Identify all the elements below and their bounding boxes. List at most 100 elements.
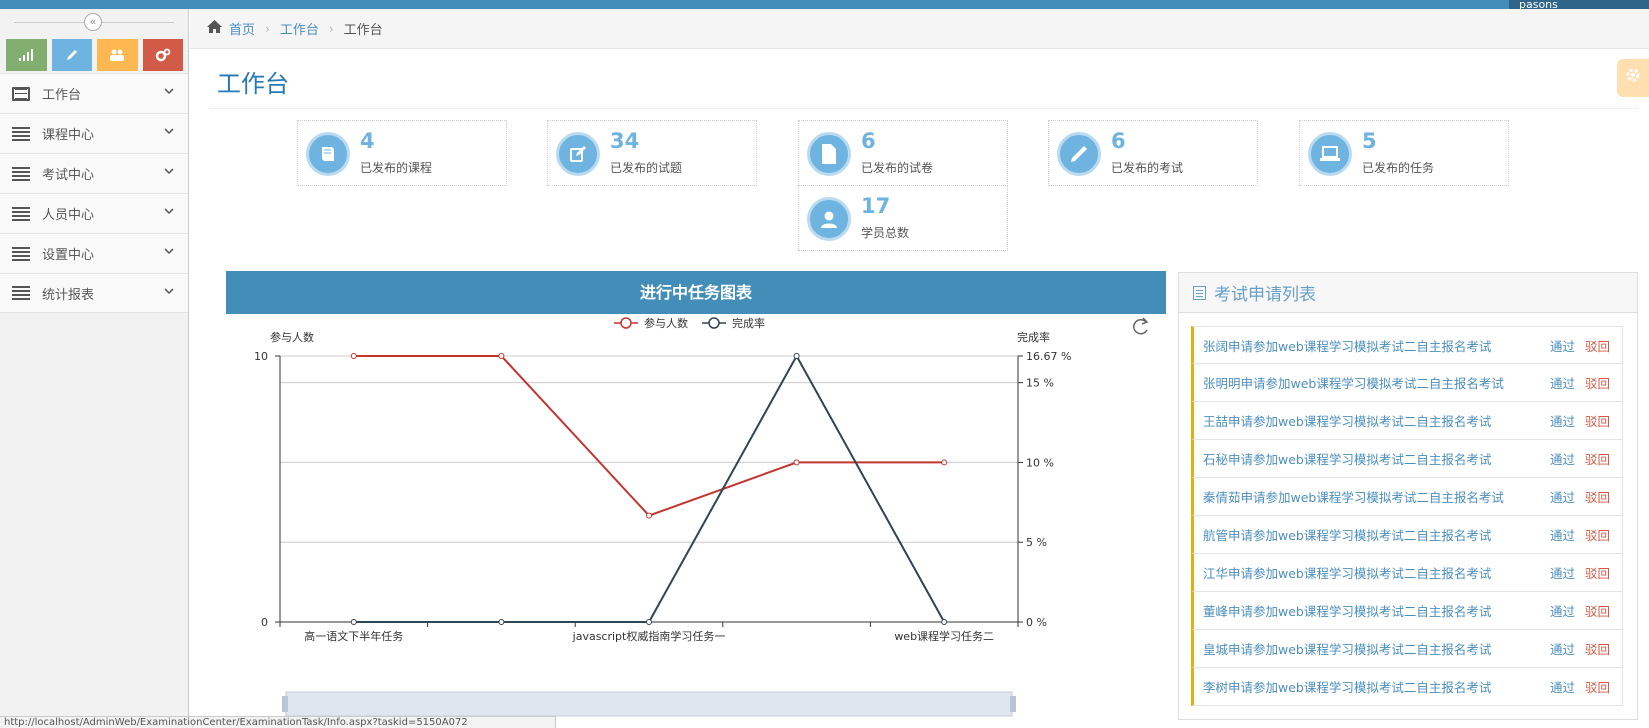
x-tick-label: javascript权威指南学习任务一 bbox=[572, 629, 726, 643]
chevron-down-icon bbox=[164, 207, 174, 218]
apply-item-text[interactable]: 石秘申请参加web课程学习模拟考试二自主报名考试 bbox=[1203, 449, 1491, 468]
stat-card-courses[interactable]: 4 已发布的课程 bbox=[297, 120, 507, 186]
apply-item-text[interactable]: 江华申请参加web课程学习模拟考试二自主报名考试 bbox=[1203, 563, 1491, 582]
cogs-icon[interactable] bbox=[142, 39, 183, 71]
approve-button[interactable]: 通过 bbox=[1550, 336, 1575, 355]
data-point bbox=[646, 619, 652, 625]
settings-gear-icon[interactable] bbox=[1617, 59, 1649, 97]
sidebar-item-reports[interactable]: 统计报表 bbox=[0, 273, 188, 313]
reject-button[interactable]: 驳回 bbox=[1585, 601, 1610, 620]
stat-card-papers[interactable]: 6 已发布的试卷 bbox=[798, 120, 1008, 186]
list-alt-icon bbox=[1193, 285, 1206, 300]
sidebar: « 工作台 课程中心 考试中心 人员中心 设置中心 统计报表 bbox=[0, 9, 189, 728]
users-icon[interactable] bbox=[97, 39, 138, 71]
sidebar-item-dashboard[interactable]: 工作台 bbox=[0, 73, 188, 113]
apply-item-text[interactable]: 董峰申请参加web课程学习模拟考试二自主报名考试 bbox=[1203, 601, 1491, 620]
apply-item-text[interactable]: 张阔申请参加web课程学习模拟考试二自主报名考试 bbox=[1203, 336, 1491, 355]
sidebar-shortcuts bbox=[0, 35, 188, 73]
apply-item-text[interactable]: 航管申请参加web课程学习模拟考试二自主报名考试 bbox=[1203, 525, 1491, 544]
list-item: 张阔申请参加web课程学习模拟考试二自主报名考试 通过 驳回 bbox=[1191, 326, 1623, 364]
reject-button[interactable]: 驳回 bbox=[1585, 525, 1610, 544]
stat-card-questions[interactable]: 34 已发布的试题 bbox=[547, 120, 757, 186]
approve-button[interactable]: 通过 bbox=[1550, 639, 1575, 658]
signal-icon[interactable] bbox=[6, 39, 47, 71]
user-icon bbox=[807, 197, 851, 241]
sidebar-item-label: 考试中心 bbox=[42, 168, 95, 183]
apply-item-text[interactable]: 秦倩茹申请参加web课程学习模拟考试二自主报名考试 bbox=[1203, 487, 1504, 506]
y-axis-title-left: 参与人数 bbox=[270, 330, 314, 344]
reject-button[interactable]: 驳回 bbox=[1585, 487, 1610, 506]
laptop-icon bbox=[1308, 132, 1352, 176]
legend-label: 完成率 bbox=[732, 316, 765, 330]
list-icon bbox=[12, 126, 30, 141]
sidebar-item-courses[interactable]: 课程中心 bbox=[0, 113, 188, 153]
approve-button[interactable]: 通过 bbox=[1550, 563, 1575, 582]
y-tick-label-left: 10 bbox=[254, 350, 268, 363]
data-point bbox=[498, 619, 505, 625]
approve-button[interactable]: 通过 bbox=[1550, 449, 1575, 468]
stat-value: 4 bbox=[360, 129, 375, 153]
sidebar-item-people[interactable]: 人员中心 bbox=[0, 193, 188, 233]
stat-value: 34 bbox=[610, 129, 640, 153]
file-icon bbox=[807, 132, 851, 176]
reject-button[interactable]: 驳回 bbox=[1585, 563, 1610, 582]
page-title: 工作台 bbox=[217, 70, 289, 98]
y-axis-title-right: 完成率 bbox=[1017, 330, 1050, 344]
reject-button[interactable]: 驳回 bbox=[1585, 677, 1610, 696]
sidebar-item-label: 工作台 bbox=[42, 88, 82, 103]
top-navbar: pasons bbox=[0, 0, 1649, 9]
series-line-0 bbox=[353, 355, 945, 517]
sidebar-item-exams[interactable]: 考试中心 bbox=[0, 153, 188, 193]
data-point bbox=[646, 512, 652, 519]
apply-item-text[interactable]: 皇城申请参加web课程学习模拟考试二自主报名考试 bbox=[1203, 639, 1491, 658]
y-tick-label-right: 10 % bbox=[1026, 456, 1054, 469]
list-item: 张明明申请参加web课程学习模拟考试二自主报名考试 通过 驳回 bbox=[1191, 364, 1623, 402]
apply-item-text[interactable]: 张明明申请参加web课程学习模拟考试二自主报名考试 bbox=[1203, 373, 1504, 392]
user-menu[interactable]: pasons bbox=[1509, 0, 1649, 9]
breadcrumb-current: 工作台 bbox=[343, 23, 383, 38]
stat-value: 17 bbox=[861, 194, 891, 218]
chart-panel-title: 进行中任务图表 bbox=[226, 271, 1166, 314]
sidebar-item-settings[interactable]: 设置中心 bbox=[0, 233, 188, 273]
approve-button[interactable]: 通过 bbox=[1550, 411, 1575, 430]
approve-button[interactable]: 通过 bbox=[1550, 601, 1575, 620]
chevron-down-icon bbox=[164, 87, 174, 98]
reject-button[interactable]: 驳回 bbox=[1585, 373, 1610, 392]
pencil-icon[interactable] bbox=[51, 39, 92, 71]
stat-label: 已发布的任务 bbox=[1362, 161, 1435, 175]
pencil-icon bbox=[1057, 132, 1101, 176]
y-tick-label-right: 5 % bbox=[1026, 536, 1047, 549]
calendar-icon bbox=[12, 86, 30, 101]
reject-button[interactable]: 驳回 bbox=[1585, 336, 1610, 355]
divider bbox=[208, 108, 1638, 109]
reject-button[interactable]: 驳回 bbox=[1585, 411, 1610, 430]
breadcrumb-home-link[interactable]: 首页 bbox=[229, 19, 255, 38]
list-icon bbox=[12, 206, 30, 221]
book-icon bbox=[306, 132, 350, 176]
stat-card-exams[interactable]: 6 已发布的考试 bbox=[1048, 120, 1258, 186]
apply-item-text[interactable]: 王喆申请参加web课程学习模拟考试二自主报名考试 bbox=[1203, 411, 1491, 430]
stat-card-students[interactable]: 17 学员总数 bbox=[798, 185, 1008, 251]
x-tick-label: 高一语文下半年任务 bbox=[304, 629, 403, 643]
data-point bbox=[350, 353, 357, 359]
stat-value: 6 bbox=[1111, 129, 1126, 153]
apply-item-text[interactable]: 李树申请参加web课程学习模拟考试二自主报名考试 bbox=[1203, 677, 1491, 696]
approve-button[interactable]: 通过 bbox=[1550, 373, 1575, 392]
list-icon bbox=[12, 246, 30, 261]
y-tick-label-left: 0 bbox=[261, 616, 268, 629]
chevron-right-icon: › bbox=[328, 21, 334, 36]
reject-button[interactable]: 驳回 bbox=[1585, 449, 1610, 468]
stat-label: 学员总数 bbox=[861, 226, 910, 240]
breadcrumb-dashboard-link[interactable]: 工作台 bbox=[280, 19, 319, 38]
stat-value: 5 bbox=[1362, 129, 1377, 153]
collapse-icon[interactable]: « bbox=[84, 13, 102, 31]
approve-button[interactable]: 通过 bbox=[1550, 487, 1575, 506]
approve-button[interactable]: 通过 bbox=[1550, 677, 1575, 696]
data-point bbox=[941, 459, 948, 466]
stat-card-tasks[interactable]: 5 已发布的任务 bbox=[1299, 120, 1509, 186]
list-icon bbox=[12, 166, 30, 181]
approve-button[interactable]: 通过 bbox=[1550, 525, 1575, 544]
reject-button[interactable]: 驳回 bbox=[1585, 639, 1610, 658]
x-tick-label: web课程学习任务二 bbox=[894, 629, 994, 643]
stat-label: 已发布的试卷 bbox=[861, 161, 934, 175]
